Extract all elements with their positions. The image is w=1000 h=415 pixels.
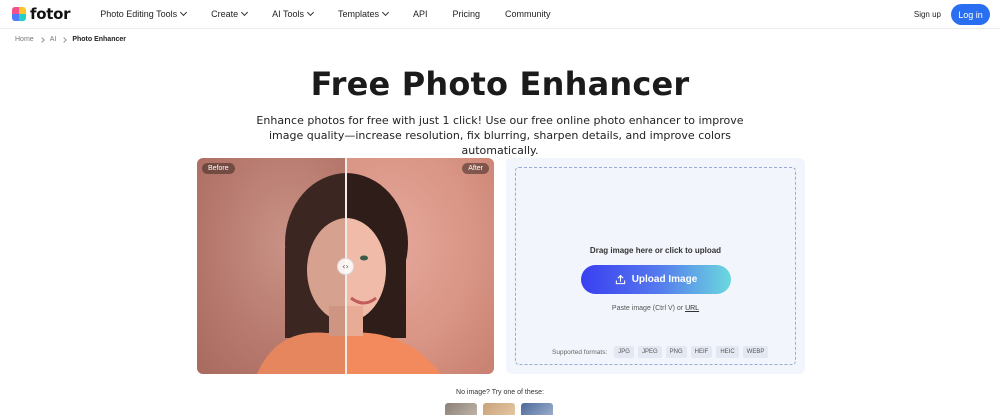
nav-label: Templates [337, 9, 380, 19]
portrait-after-illustration [284, 173, 441, 374]
chevron-down-icon [381, 8, 390, 17]
after-image [284, 158, 494, 374]
formats-label: Supported formats: [552, 348, 608, 356]
page-title: Free Photo Enhancer [310, 65, 690, 103]
before-image [197, 158, 409, 374]
paste-hint: Paste image (Ctrl V) or URL [516, 305, 795, 312]
chevron-down-icon [180, 8, 188, 17]
upload-card: Drag image here or click to upload Uploa… [506, 158, 805, 374]
nav-create[interactable]: Create [211, 8, 249, 19]
format-chip: PNG [665, 346, 687, 358]
after-badge: After [462, 163, 489, 174]
page-subtitle: Enhance photos for free with just 1 clic… [256, 114, 744, 157]
paste-text: Paste image (Ctrl V) or [611, 305, 684, 312]
nav-auth: Sign up Log in [914, 0, 990, 29]
url-link[interactable]: URL [685, 305, 699, 312]
sample-images [445, 403, 553, 415]
slider-handle-icon[interactable]: ‹› [337, 258, 354, 275]
nav-label: Photo Editing Tools [100, 9, 178, 19]
breadcrumb-home[interactable]: Home [15, 36, 34, 43]
nav-api[interactable]: API [413, 9, 428, 19]
breadcrumb: Home AI Photo Enhancer [15, 36, 126, 43]
sample-image-thumbnail[interactable] [445, 403, 477, 415]
chevron-right-icon [61, 36, 68, 43]
upload-button-label: Upload Image [631, 274, 698, 285]
upload-image-button[interactable]: Upload Image [581, 265, 731, 294]
login-button[interactable]: Log in [951, 4, 990, 25]
upload-icon [615, 274, 625, 285]
nav-label: Create [211, 9, 239, 19]
nav-label: AI Tools [272, 9, 304, 19]
fotor-logo[interactable]: fotor [12, 5, 71, 23]
breadcrumb-current: Photo Enhancer [72, 36, 126, 43]
signup-link[interactable]: Sign up [914, 10, 941, 19]
nav-menu: Photo Editing Tools Create AI Tools Temp… [100, 8, 575, 19]
logo-text: fotor [30, 5, 71, 23]
format-chip: JPEG [637, 346, 662, 358]
logo-icon [12, 7, 26, 21]
chevron-down-icon [306, 8, 315, 17]
nav-community[interactable]: Community [505, 9, 551, 19]
nav-label: Pricing [452, 9, 481, 19]
nav-label: Community [505, 9, 551, 19]
sample-images-label: No image? Try one of these: [456, 389, 544, 396]
format-chip: HEIF [690, 346, 713, 358]
sample-image-thumbnail[interactable] [521, 403, 553, 415]
upload-dropzone[interactable]: Drag image here or click to upload Uploa… [515, 167, 796, 365]
breadcrumb-ai[interactable]: AI [50, 36, 57, 43]
nav-label: API [413, 9, 428, 19]
format-chip: HEIC [716, 346, 739, 358]
format-chip: JPG [614, 346, 634, 358]
before-after-comparison: ‹› Before After [197, 158, 494, 374]
supported-formats: Supported formats: JPG JPEG PNG HEIF HEI… [552, 346, 769, 358]
nav-ai-tools[interactable]: AI Tools [272, 8, 315, 19]
before-badge: Before [202, 163, 235, 174]
top-nav: fotor Photo Editing Tools Create AI Tool… [0, 0, 1000, 29]
portrait-before-illustration [257, 173, 409, 374]
nav-templates[interactable]: Templates [337, 8, 390, 19]
sample-image-thumbnail[interactable] [483, 403, 515, 415]
drag-text: Drag image here or click to upload [589, 246, 722, 255]
nav-photo-editing-tools[interactable]: Photo Editing Tools [100, 8, 188, 19]
format-chip: WEBP [742, 346, 769, 358]
nav-pricing[interactable]: Pricing [453, 9, 481, 19]
chevron-right-icon [38, 36, 45, 43]
chevron-down-icon [241, 8, 249, 17]
